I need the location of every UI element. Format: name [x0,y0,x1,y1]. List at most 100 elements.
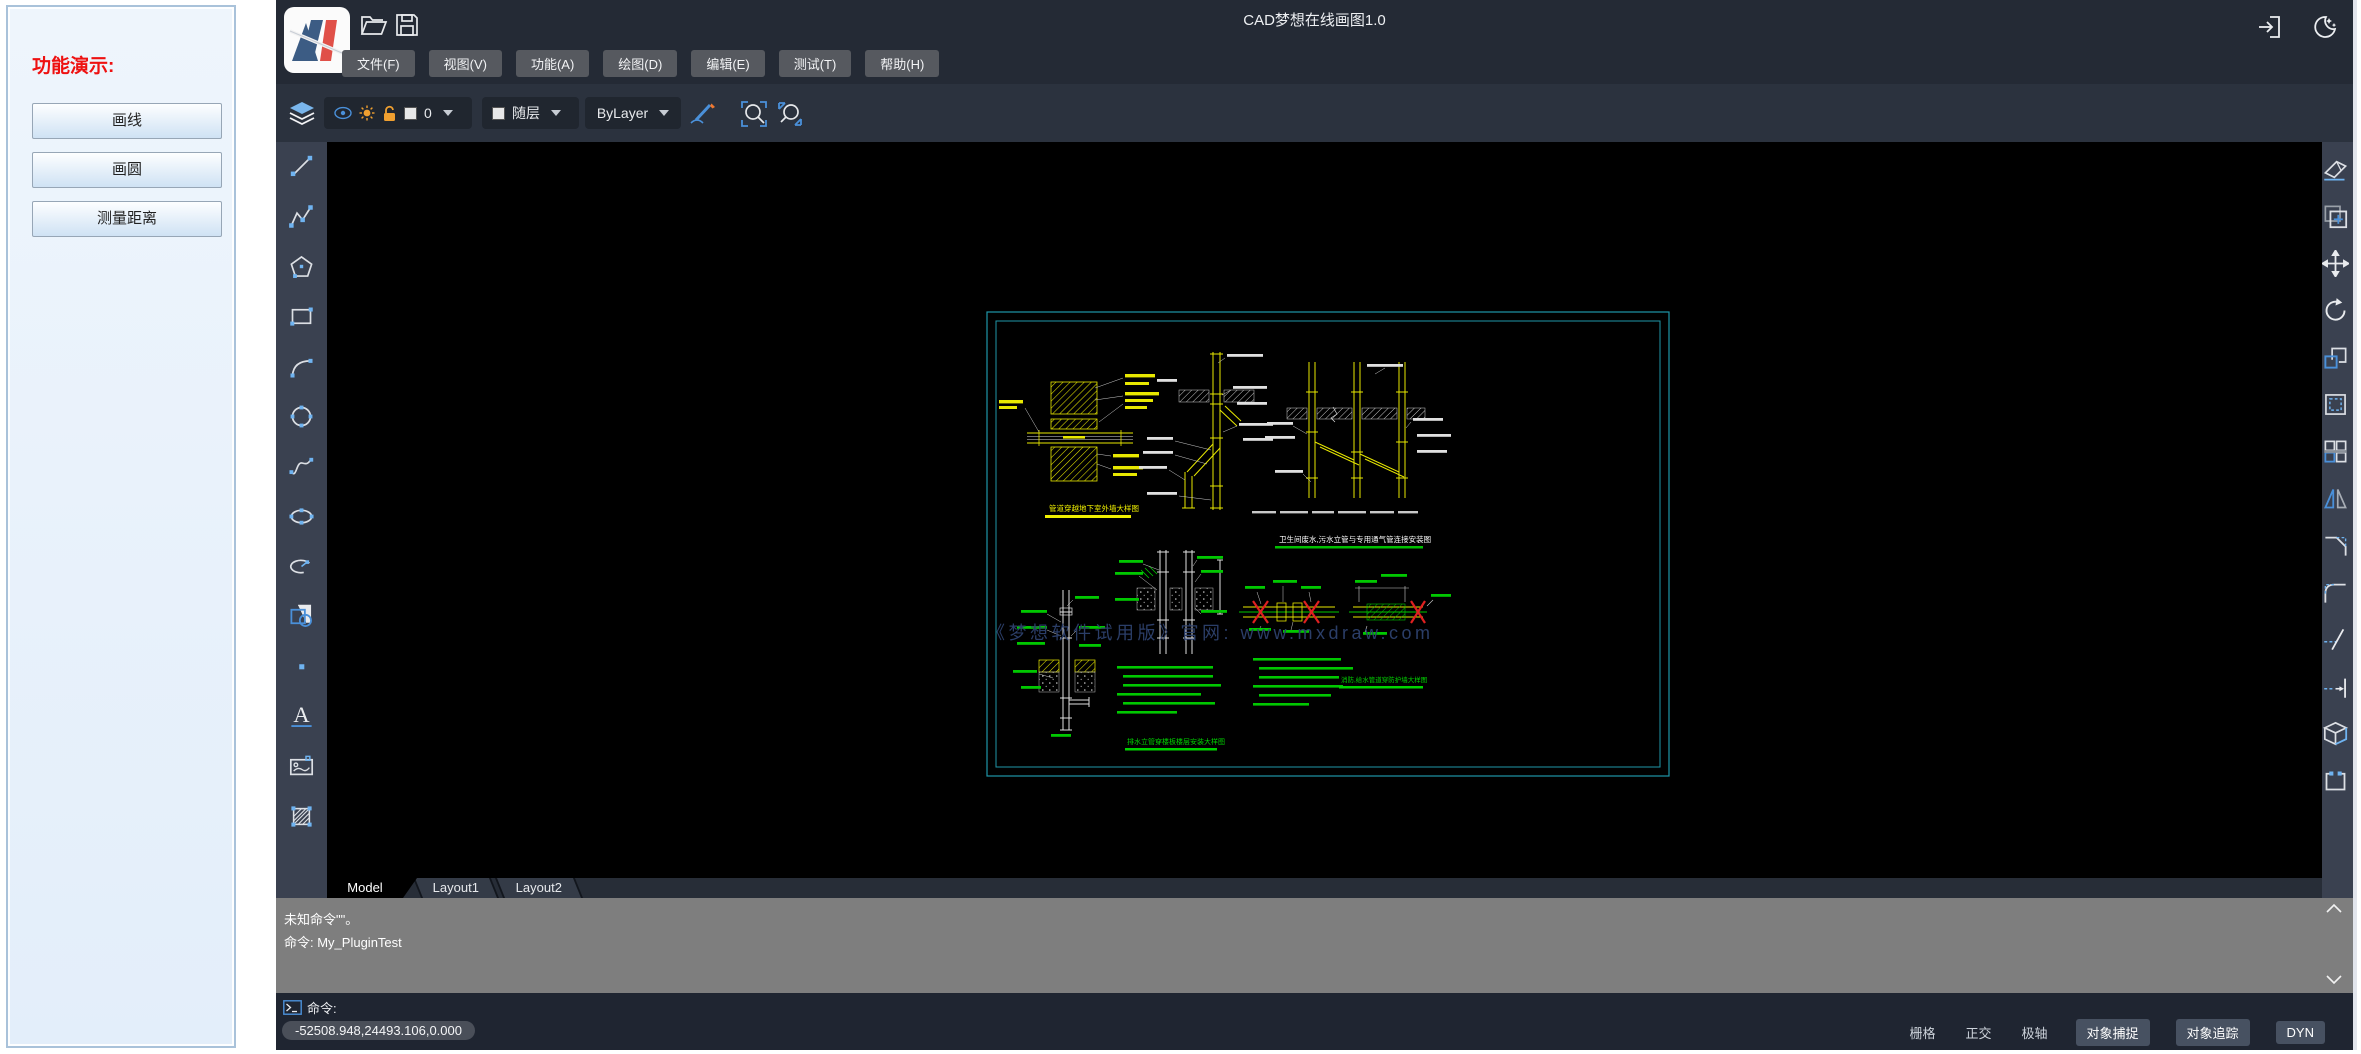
menu-file[interactable]: 文件(F) [342,50,415,77]
color-value: ByLayer [597,105,648,121]
tool-stretch[interactable] [2322,391,2349,418]
command-history: 未知命令""。 命令: My_PluginTest [276,898,2353,993]
toggle-grid[interactable]: 栅格 [1907,1019,1937,1046]
linetype-combo[interactable]: 随层 [482,97,579,129]
status-toggles: 栅格 正交 极轴 对象捕捉 对象追踪 DYN [1907,1019,2325,1046]
cad-app-window: CAD梦想在线画图1.0 文件(F) 视图(V) 功能(A) 绘图(D) 编辑(… [276,0,2357,1050]
zoom-window-icon[interactable] [740,100,768,128]
tool-fillet[interactable] [2322,579,2349,606]
tab-model[interactable]: Model [327,878,403,898]
command-prompt[interactable]: 命令: [283,998,337,1017]
detail-wall-penetration: 管道穿越地下室外墙大样图 [999,374,1159,518]
toggle-ortho[interactable]: 正交 [1963,1019,1993,1046]
history-line: 未知命令""。 [284,908,2343,931]
unlock-icon [382,105,397,122]
tool-image[interactable] [288,753,315,780]
layers-icon[interactable] [288,99,316,127]
linetype-swatch [492,107,505,120]
notes-block-1 [1117,666,1221,714]
tab-layout2[interactable]: Layout2 [495,878,583,898]
toggle-polar[interactable]: 极轴 [2020,1019,2050,1046]
tool-scale[interactable] [2322,344,2349,371]
tool-polyline[interactable] [288,203,315,230]
menu-edit[interactable]: 编辑(E) [691,50,764,77]
menu-draw[interactable]: 绘图(D) [603,50,677,77]
tool-polygon[interactable] [288,253,315,280]
tool-break[interactable] [2322,767,2349,794]
detail-triple-risers: 卫生间废水,污水立管与专用通气管连接安装图 [1252,362,1451,549]
detail-title-4: 消防,给水管道穿防护墙大样图 [1341,675,1427,684]
tool-rotate[interactable] [2322,297,2349,324]
measure-distance-button[interactable]: 测量距离 [32,201,222,237]
layer-color-swatch [404,107,417,120]
tool-trim[interactable] [2322,626,2349,653]
toggle-osnap[interactable]: 对象捕捉 [2076,1019,2150,1046]
chevron-down-icon [659,110,669,116]
tool-move[interactable] [2322,250,2349,277]
tool-hatch[interactable] [288,803,315,830]
layout-tabstrip: Model Layout1 Layout2 [327,878,2322,898]
status-bar: 命令: -52508.948,24493.106,0.000 栅格 正交 极轴 … [276,993,2353,1050]
layer-toolbar: 0 随层 ByLayer [276,84,2353,142]
tool-arc[interactable] [288,353,315,380]
tool-circle[interactable] [288,403,315,430]
svg-text:A: A [293,703,310,727]
eye-icon [334,106,352,120]
layer-state-combo[interactable]: 0 [324,97,472,129]
toggle-dyn[interactable]: DYN [2276,1021,2325,1044]
tool-ellipse[interactable] [288,503,315,530]
detail-title-2: 卫生间废水,污水立管与专用通气管连接安装图 [1279,534,1431,544]
detail-title-3: 排水立管穿楼板楼层安装大样图 [1127,737,1225,746]
watermark-text: 《梦想软件试用版》官网: www.mxdraw.com [987,623,1434,643]
history-line: 命令: My_PluginTest [284,931,2343,954]
demo-panel: 功能演示: 画线 画圆 测量距离 [6,5,236,1048]
dark-mode-icon[interactable] [2310,13,2340,43]
detail-riser-branches [1139,352,1273,510]
tool-extend[interactable] [2322,673,2349,700]
login-icon[interactable] [2256,13,2286,43]
chevron-down-icon [443,110,453,116]
tool-spline[interactable] [288,453,315,480]
tool-point[interactable] [288,653,315,680]
scroll-up-icon[interactable] [2325,902,2343,914]
scroll-down-icon[interactable] [2325,974,2343,986]
tool-rectangle[interactable] [288,303,315,330]
layer-name: 0 [424,105,432,121]
tool-line[interactable] [288,153,315,180]
terminal-icon [283,1000,302,1015]
cad-drawing: 管道穿越地下室外墙大样图 [327,142,2322,878]
draw-toolbar: A [276,142,327,898]
demo-panel-title: 功能演示: [32,51,114,78]
detail-floor-riser: 排水立管穿楼板楼层安装大样图 [1013,590,1225,751]
tool-text[interactable]: A [288,703,315,730]
zoom-extents-icon[interactable] [776,100,804,128]
coordinates-readout: -52508.948,24493.106,0.000 [282,1021,475,1040]
drawing-canvas[interactable]: 管道穿越地下室外墙大样图 [327,142,2322,898]
tab-layout1[interactable]: Layout1 [413,878,499,898]
menu-view[interactable]: 视图(V) [429,50,502,77]
tool-array[interactable] [2322,438,2349,465]
chevron-down-icon [551,110,561,116]
app-header: CAD梦想在线画图1.0 文件(F) 视图(V) 功能(A) 绘图(D) 编辑(… [276,0,2353,84]
sun-icon [359,105,375,121]
menu-help[interactable]: 帮助(H) [865,50,939,77]
toggle-otrack[interactable]: 对象追踪 [2176,1019,2250,1046]
detail-title-1: 管道穿越地下室外墙大样图 [1049,503,1139,513]
color-combo[interactable]: ByLayer [585,97,681,129]
menu-test[interactable]: 测试(T) [779,50,852,77]
tool-box-3d[interactable] [2322,720,2349,747]
tool-ellipse-arc[interactable] [288,553,315,580]
tool-mirror[interactable] [2322,485,2349,512]
tool-erase[interactable] [2322,156,2349,183]
draw-circle-button[interactable]: 画圆 [32,152,222,188]
command-prompt-label: 命令: [307,998,337,1017]
pencil-icon[interactable] [688,100,718,126]
tool-block[interactable] [288,603,315,630]
edit-toolbar [2318,142,2353,898]
tool-copy[interactable] [2322,203,2349,230]
app-title: CAD梦想在线画图1.0 [276,9,2353,30]
draw-line-button[interactable]: 画线 [32,103,222,139]
notes-block-2 [1253,658,1353,706]
tool-chamfer[interactable] [2322,532,2349,559]
menu-function[interactable]: 功能(A) [516,50,589,77]
